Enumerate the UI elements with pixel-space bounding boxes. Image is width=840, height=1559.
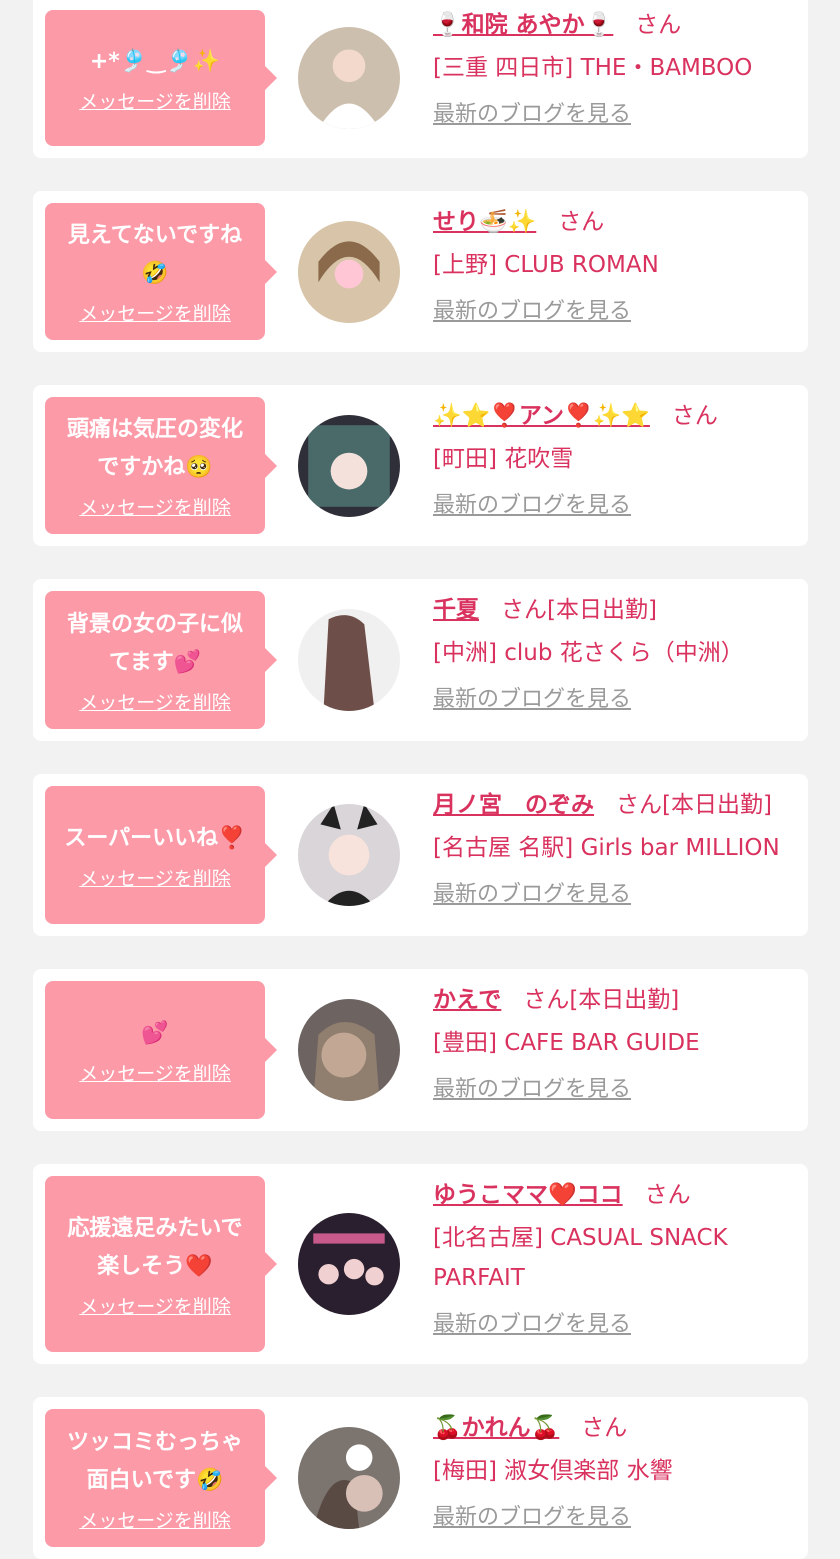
avatar[interactable] bbox=[298, 415, 400, 517]
avatar-photo-icon bbox=[298, 221, 400, 323]
message-card: 💕 メッセージを削除 かえで さん[本日出勤] [豊田] CAFE BAR GUI… bbox=[33, 969, 808, 1131]
message-card: 応援遠足みたいで 楽しそう❤️ メッセージを削除 ゆうこママ❤️ココ さん [北名… bbox=[33, 1164, 808, 1364]
shop-info: [北名古屋] CASUAL SNACK PARFAIT bbox=[433, 1225, 728, 1291]
latest-blog-link[interactable]: 最新のブログを見る bbox=[433, 297, 631, 327]
message-bubble: スーパーいいね❣️ メッセージを削除 bbox=[45, 786, 277, 924]
name-suffix: さん bbox=[558, 209, 605, 235]
cast-name-link[interactable]: 🍷和院 あやか🍷 bbox=[433, 12, 613, 38]
latest-blog-link[interactable]: 最新のブログを見る bbox=[433, 1075, 631, 1105]
name-suffix: さん[本日出勤] bbox=[501, 597, 657, 623]
message-card: 背景の女の子に似 てます💕 メッセージを削除 千夏 さん[本日出勤] [中洲] c… bbox=[33, 579, 808, 741]
avatar[interactable] bbox=[298, 1427, 400, 1529]
message-text: 背景の女の子に似 てます💕 bbox=[66, 611, 243, 675]
cast-name-link[interactable]: 月ノ宮 のぞみ bbox=[433, 792, 594, 818]
avatar[interactable] bbox=[298, 999, 400, 1101]
name-suffix: さん[本日出勤] bbox=[523, 987, 680, 1013]
shop-info: [町田] 花吹雪 bbox=[433, 446, 574, 472]
name-suffix: さん bbox=[644, 1182, 691, 1208]
message-text: +*🎐‿🎐✨ bbox=[89, 48, 221, 74]
latest-blog-link[interactable]: 最新のブログを見る bbox=[433, 1503, 631, 1533]
delete-message-link[interactable]: メッセージを削除 bbox=[79, 299, 231, 326]
message-bubble: +*🎐‿🎐✨ メッセージを削除 bbox=[45, 10, 277, 146]
delete-message-link[interactable]: メッセージを削除 bbox=[79, 1506, 231, 1533]
message-bubble: 💕 メッセージを削除 bbox=[45, 981, 277, 1119]
name-suffix: さん bbox=[635, 12, 682, 38]
message-text: スーパーいいね❣️ bbox=[64, 825, 246, 851]
avatar-photo-icon bbox=[298, 804, 400, 906]
name-suffix: さん bbox=[671, 403, 718, 429]
message-bubble: 背景の女の子に似 てます💕 メッセージを削除 bbox=[45, 591, 277, 729]
cast-name-link[interactable]: 千夏 bbox=[433, 597, 479, 623]
latest-blog-link[interactable]: 最新のブログを見る bbox=[433, 100, 631, 130]
cast-name-link[interactable]: ✨⭐❣️アン❣️✨⭐ bbox=[433, 403, 650, 429]
avatar-photo-icon bbox=[298, 609, 400, 711]
message-text: ツッコミむっちゃ 面白いです🤣 bbox=[66, 1429, 243, 1493]
message-text: 頭痛は気圧の変化 ですかね🥺 bbox=[66, 417, 243, 480]
avatar-photo-icon bbox=[298, 999, 400, 1101]
cast-name-link[interactable]: かえで bbox=[433, 987, 501, 1013]
shop-info: [三重 四日市] THE・BAMBOO bbox=[433, 55, 753, 81]
message-card: 頭痛は気圧の変化 ですかね🥺 メッセージを削除 ✨⭐❣️アン❣️✨⭐ さん [町田… bbox=[33, 385, 808, 546]
shop-info: [豊田] CAFE BAR GUIDE bbox=[433, 1030, 700, 1056]
message-text: 応援遠足みたいで 楽しそう❤️ bbox=[67, 1215, 243, 1279]
delete-message-link[interactable]: メッセージを削除 bbox=[79, 493, 231, 520]
message-text: 見えてないですね 🤣 bbox=[67, 223, 243, 286]
avatar[interactable] bbox=[298, 804, 400, 906]
avatar[interactable] bbox=[298, 221, 400, 323]
avatar-photo-icon bbox=[298, 415, 400, 517]
message-bubble: 応援遠足みたいで 楽しそう❤️ メッセージを削除 bbox=[45, 1176, 277, 1352]
shop-info: [上野] CLUB ROMAN bbox=[433, 252, 659, 278]
message-card: ツッコミむっちゃ 面白いです🤣 メッセージを削除 🍒かれん🍒 さん [梅田] 淑女… bbox=[33, 1397, 808, 1559]
name-suffix: さん[本日出勤] bbox=[616, 792, 772, 818]
cast-name-link[interactable]: 🍒かれん🍒 bbox=[433, 1415, 559, 1441]
delete-message-link[interactable]: メッセージを削除 bbox=[79, 864, 231, 891]
latest-blog-link[interactable]: 最新のブログを見る bbox=[433, 491, 631, 521]
message-bubble: 見えてないですね 🤣 メッセージを削除 bbox=[45, 203, 277, 340]
latest-blog-link[interactable]: 最新のブログを見る bbox=[433, 685, 631, 715]
shop-info: [名古屋 名駅] Girls bar MILLION bbox=[433, 835, 780, 861]
latest-blog-link[interactable]: 最新のブログを見る bbox=[433, 880, 631, 910]
delete-message-link[interactable]: メッセージを削除 bbox=[79, 87, 231, 114]
shop-info: [梅田] 淑女倶楽部 水響 bbox=[433, 1458, 673, 1484]
avatar-photo-icon bbox=[298, 1213, 400, 1315]
delete-message-link[interactable]: メッセージを削除 bbox=[79, 1059, 231, 1086]
latest-blog-link[interactable]: 最新のブログを見る bbox=[433, 1310, 631, 1340]
name-suffix: さん bbox=[581, 1415, 628, 1441]
avatar[interactable] bbox=[298, 27, 400, 129]
cast-name-link[interactable]: せり🍜✨ bbox=[433, 209, 536, 235]
message-list: +*🎐‿🎐✨ メッセージを削除 🍷和院 あやか🍷 さん [三重 四日市] THE・… bbox=[0, 0, 840, 1559]
avatar[interactable] bbox=[298, 609, 400, 711]
delete-message-link[interactable]: メッセージを削除 bbox=[79, 1292, 231, 1319]
avatar-photo-icon bbox=[298, 1427, 400, 1529]
shop-info: [中洲] club 花さくら（中洲） bbox=[433, 640, 744, 666]
message-card: 見えてないですね 🤣 メッセージを削除 せり🍜✨ さん [上野] CLUB ROM… bbox=[33, 191, 808, 352]
delete-message-link[interactable]: メッセージを削除 bbox=[79, 688, 231, 715]
avatar[interactable] bbox=[298, 1213, 400, 1315]
message-card: +*🎐‿🎐✨ メッセージを削除 🍷和院 あやか🍷 さん [三重 四日市] THE・… bbox=[33, 0, 808, 158]
message-bubble: 頭痛は気圧の変化 ですかね🥺 メッセージを削除 bbox=[45, 397, 277, 534]
message-bubble: ツッコミむっちゃ 面白いです🤣 メッセージを削除 bbox=[45, 1409, 277, 1547]
message-card: スーパーいいね❣️ メッセージを削除 月ノ宮 のぞみ さん[本日出勤] [名古屋 … bbox=[33, 774, 808, 936]
avatar-photo-icon bbox=[298, 27, 400, 129]
message-text: 💕 bbox=[141, 1020, 169, 1046]
cast-name-link[interactable]: ゆうこママ❤️ココ bbox=[433, 1182, 623, 1208]
